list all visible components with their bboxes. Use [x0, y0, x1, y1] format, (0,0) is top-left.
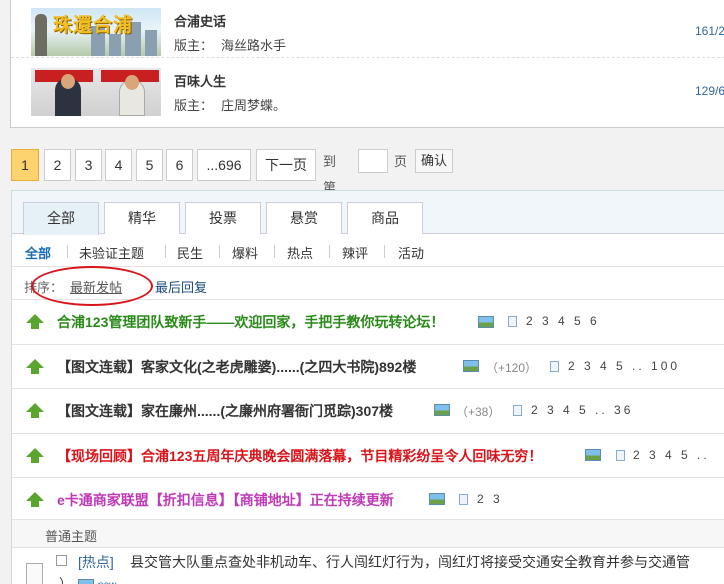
forum-stat: 129/6 — [695, 84, 724, 98]
image-attachment-icon — [434, 404, 450, 416]
thread-row: 【现场回顾】合浦123五周年庆典晚会圆满落幕，节目精彩纷呈令人回味无穷！ 2 3… — [12, 435, 724, 478]
thread-title[interactable]: 【图文连载】客家文化(之老虎雕婆)......(之四大书院)892楼 — [57, 357, 416, 377]
forum-name[interactable]: 合浦史话 — [174, 11, 226, 30]
goto-confirm-button[interactable]: 确认 — [415, 149, 453, 173]
filter-minsheng[interactable]: 民生 — [177, 243, 203, 262]
thread-title-tail: ）new — [59, 573, 116, 584]
thread-category-tag[interactable]: [热点] — [78, 552, 114, 572]
thread-pages[interactable]: 2 3 4 5 .. — [633, 448, 710, 462]
moderator-link[interactable]: 庄周梦蝶。 — [221, 98, 286, 113]
forum-name[interactable]: 百味人生 — [174, 71, 226, 90]
page-button-last[interactable]: ...696 — [197, 149, 251, 181]
pinned-up-icon — [26, 314, 44, 330]
category-filter: 全部 未验证主题 民生 爆料 热点 辣评 活动 — [12, 235, 724, 267]
forum-stat: 161/2 — [695, 24, 724, 38]
thread-title[interactable]: 【现场回顾】合浦123五周年庆典晚会圆满落幕，节目精彩纷呈令人回味无穷！ — [57, 446, 542, 466]
thread-meta: （+120） — [486, 361, 538, 375]
thread-tabs: 全部 精华 投票 悬赏 商品 — [12, 191, 724, 235]
new-badge: new — [98, 580, 116, 584]
thread-row: 【图文连载】家在廉州......(之廉州府署衙门觅踪)307楼 （+38） 2 … — [12, 390, 724, 434]
thread-row: 合浦123管理团队致新手——欢迎回家，手把手教你玩转论坛！ 2 3 4 5 6 — [12, 301, 724, 345]
thread-checkbox[interactable] — [56, 555, 67, 566]
thread-pages[interactable]: 2 3 4 5 6 — [526, 314, 600, 328]
filter-hot[interactable]: 热点 — [287, 243, 313, 262]
page-button-current[interactable]: 1 — [11, 149, 39, 181]
pinned-up-icon — [26, 448, 44, 464]
page-button[interactable]: 3 — [75, 149, 102, 181]
next-page-button[interactable]: 下一页 — [256, 149, 316, 181]
forum-thumbnail[interactable] — [31, 68, 161, 116]
thread-title[interactable]: e卡通商家联盟【折扣信息】【商铺地址】正在持续更新 — [57, 490, 394, 510]
multipage-icon — [513, 405, 522, 416]
tab-poll[interactable]: 投票 — [185, 202, 261, 234]
image-attachment-icon — [463, 360, 479, 372]
filter-baoliao[interactable]: 爆料 — [232, 243, 258, 262]
filter-all[interactable]: 全部 — [25, 243, 51, 262]
thread-row: e卡通商家联盟【折扣信息】【商铺地址】正在持续更新 2 3 — [12, 479, 724, 520]
image-attachment-icon — [478, 316, 494, 328]
forum-moderator: 版主： 海丝路水手 — [174, 38, 287, 53]
page-button[interactable]: 4 — [105, 149, 132, 181]
pinned-up-icon — [26, 359, 44, 375]
tab-reward[interactable]: 悬赏 — [266, 202, 342, 234]
forum-row: 百味人生 版主： 庄周梦蝶。 129/6 — [11, 60, 724, 118]
sort-last-reply[interactable]: 最后回复 — [155, 277, 207, 296]
forum-list: 珠還合浦 合浦史话 版主： 海丝路水手 161/2 百味人生 版主： 庄周梦蝶。 1… — [10, 0, 724, 128]
thread-title[interactable]: 合浦123管理团队致新手——欢迎回家，手把手教你玩转论坛！ — [57, 312, 444, 332]
highlight-circle — [31, 266, 153, 306]
thread-row: 【图文连载】客家文化(之老虎雕婆)......(之四大书院)892楼 （+120… — [12, 346, 724, 389]
image-attachment-icon — [585, 449, 601, 461]
page-button[interactable]: 2 — [44, 149, 71, 181]
multipage-icon — [616, 450, 625, 461]
pinned-up-icon — [26, 403, 44, 419]
filter-unverified[interactable]: 未验证主题 — [79, 243, 144, 262]
thread-panel: 全部 精华 投票 悬赏 商品 全部 未验证主题 民生 爆料 热点 辣评 活动 排… — [11, 190, 724, 584]
thread-pages[interactable]: 2 3 — [477, 492, 503, 506]
thumbnail-logo-text: 珠還合浦 — [53, 14, 134, 36]
filter-activity[interactable]: 活动 — [398, 243, 424, 262]
thread-pages[interactable]: 2 3 4 5 .. 100 — [568, 359, 680, 373]
multipage-icon — [508, 316, 517, 327]
tab-goods[interactable]: 商品 — [347, 202, 423, 234]
thread-title[interactable]: 【图文连载】家在廉州......(之廉州府署衙门觅踪)307楼 — [57, 401, 393, 421]
goto-page-input[interactable] — [358, 149, 388, 173]
tab-digest[interactable]: 精华 — [104, 202, 180, 234]
moderator-link[interactable]: 海丝路水手 — [221, 38, 286, 53]
pinned-up-icon — [26, 492, 44, 508]
multipage-icon — [550, 361, 559, 372]
image-attachment-icon — [78, 578, 95, 584]
forum-row: 珠還合浦 合浦史话 版主： 海丝路水手 161/2 — [11, 0, 724, 58]
document-icon — [26, 563, 43, 584]
thread-row: [热点] 县交管大队重点查处非机动车、行人闯红灯行为，闯红灯将接受交通安全教育并… — [12, 549, 724, 584]
thread-title[interactable]: 县交管大队重点查处非机动车、行人闯红灯行为，闯红灯将接受交通安全教育并参与交通管 — [130, 552, 690, 572]
forum-moderator: 版主： 庄周梦蝶。 — [174, 98, 287, 113]
forum-thumbnail[interactable]: 珠還合浦 — [31, 8, 161, 56]
image-attachment-icon — [429, 493, 445, 505]
tab-all[interactable]: 全部 — [23, 202, 99, 235]
filter-comment[interactable]: 辣评 — [342, 243, 368, 262]
thread-meta: （+38） — [456, 405, 501, 419]
multipage-icon — [459, 494, 468, 505]
goto-suffix: 页 — [394, 154, 408, 169]
normal-threads-header: 普通主题 — [12, 520, 724, 548]
statue-image — [35, 14, 47, 56]
thread-pages[interactable]: 2 3 4 5 .. 36 — [531, 403, 633, 417]
page-button[interactable]: 6 — [166, 149, 193, 181]
page-button[interactable]: 5 — [136, 149, 163, 181]
